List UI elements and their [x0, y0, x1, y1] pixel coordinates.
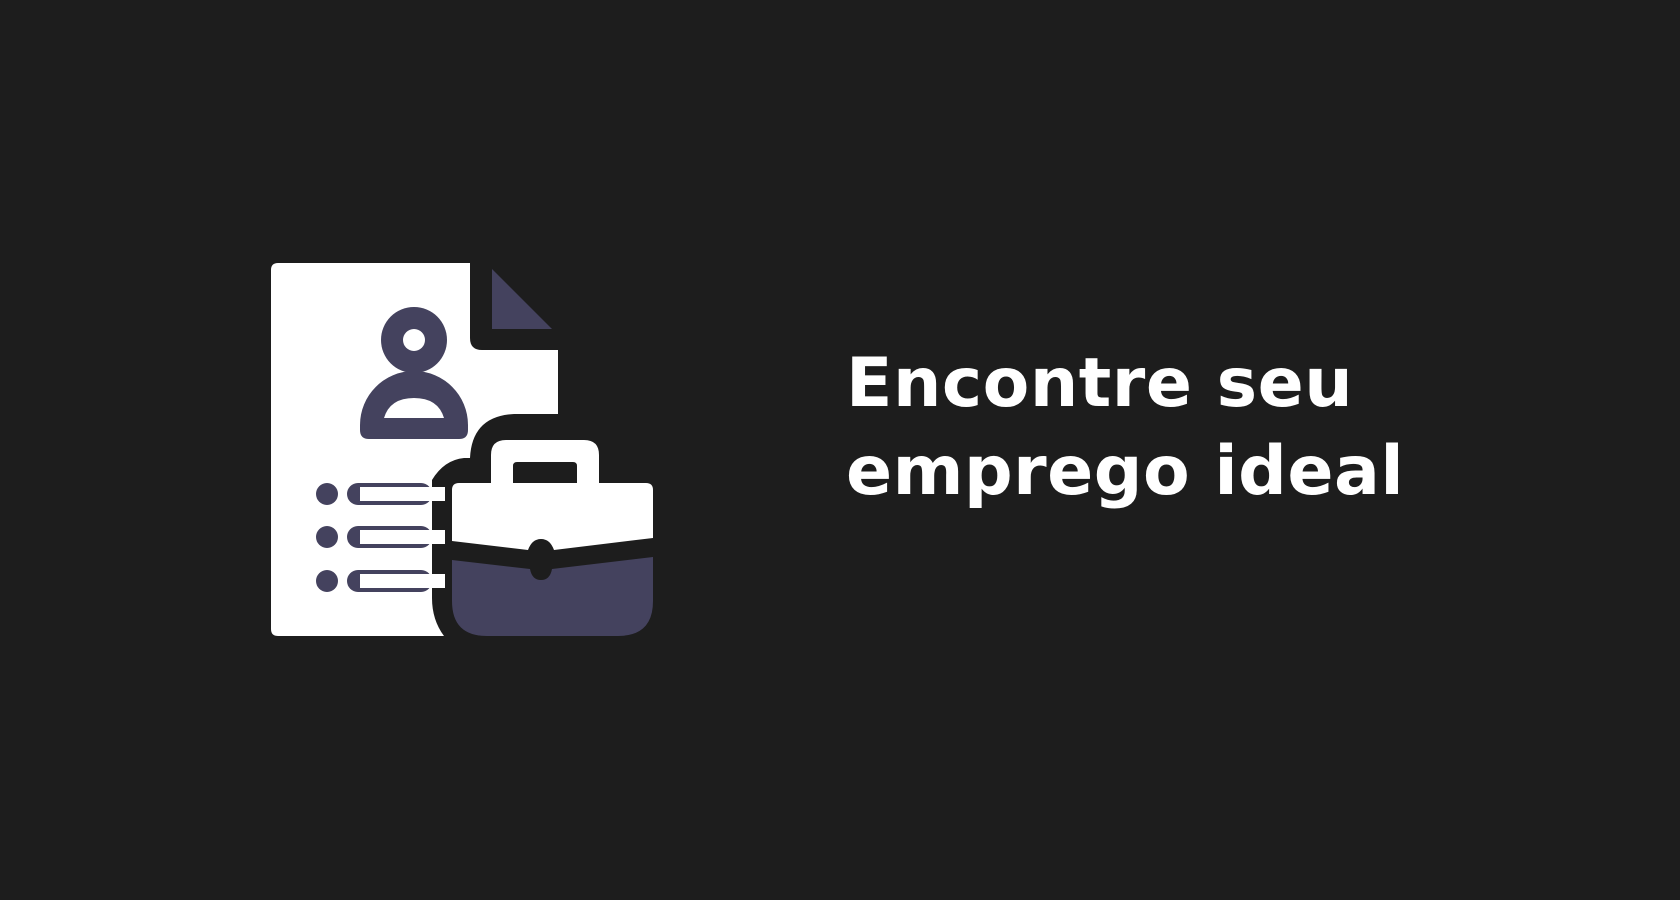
headline: Encontre seu emprego ideal	[846, 340, 1406, 516]
job-search-illustration	[266, 258, 658, 643]
briefcase-icon	[452, 440, 653, 636]
headline-line-2: emprego ideal	[846, 432, 1405, 511]
folded-corner	[492, 269, 552, 329]
resume-document-icon	[271, 263, 653, 636]
bullet-list-icon	[316, 483, 445, 592]
banner: Encontre seu emprego ideal	[0, 0, 1680, 900]
headline-line-1: Encontre seu	[846, 344, 1354, 423]
